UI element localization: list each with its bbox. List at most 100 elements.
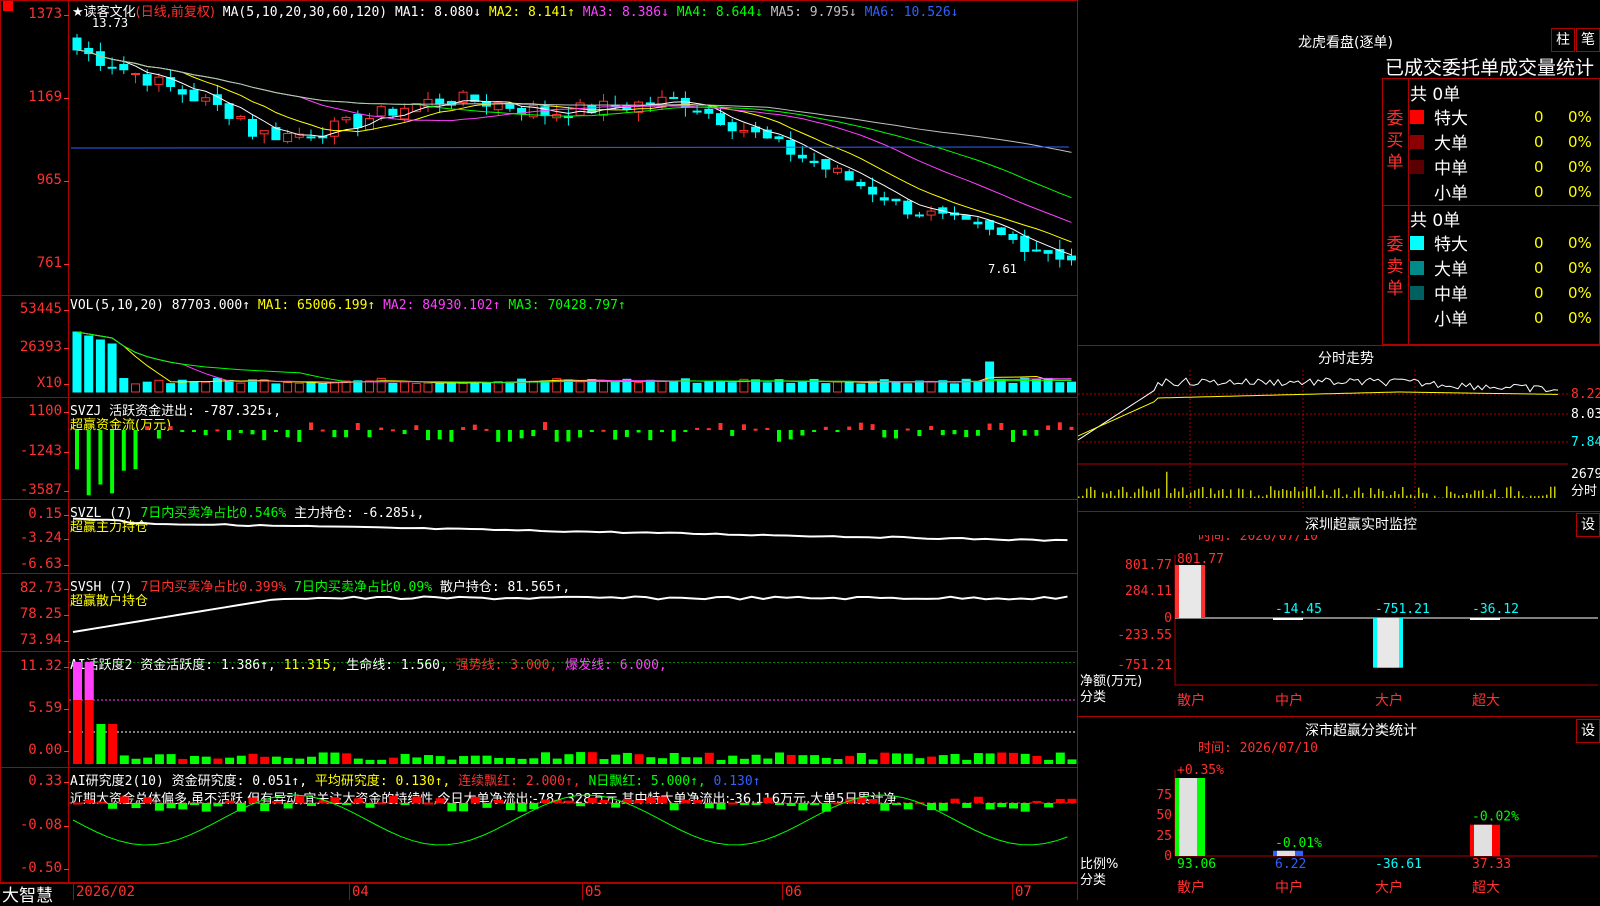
intraday-vol-bar [1330, 497, 1332, 498]
svzj-bar [391, 429, 395, 431]
buy-order-row[interactable]: 中单00% [1410, 154, 1598, 179]
volume-bar [260, 380, 268, 392]
svsh-chart[interactable] [69, 590, 1077, 650]
buy-order-row[interactable]: 特大00% [1410, 104, 1598, 129]
svzj-bar [438, 430, 442, 439]
svzj-bar [192, 430, 196, 432]
ai-research-bar [483, 803, 492, 808]
sz-realtime-chart[interactable]: 时间: 2026/07/10801.77284.110-233.55-751.2… [1078, 535, 1600, 715]
ai-research-bar [798, 803, 807, 810]
aiact-y-tick: 11.32 [0, 658, 62, 674]
volume-bar [120, 379, 128, 392]
volume-bar [471, 382, 479, 392]
ai-research-bar [307, 803, 316, 806]
order-swatch [1410, 311, 1424, 325]
volume-bar [483, 383, 491, 392]
ai-active-chart[interactable] [69, 662, 1077, 766]
svzj-bar [75, 430, 79, 469]
pen-mode-button[interactable]: 笔 [1576, 28, 1600, 52]
kline-chart[interactable] [69, 14, 1077, 294]
sz-classify-title: 深市超赢分类统计 [1305, 720, 1417, 740]
sell-order-row[interactable]: 特大00% [1410, 230, 1598, 255]
sell-order-row[interactable]: 大单00% [1410, 255, 1598, 280]
svzj-bar [215, 429, 219, 431]
ai-active-bar [576, 752, 585, 764]
candle-body [728, 123, 736, 131]
ai-research-bar [880, 803, 889, 811]
ai-research-bar [85, 799, 94, 803]
volume-bar [155, 380, 163, 392]
intraday-vol-bar [1294, 487, 1296, 498]
intraday-vol-bar [1494, 489, 1496, 498]
ai-research-bar [1021, 803, 1030, 812]
sz-realtime-divider [1078, 511, 1600, 512]
ai-active-bar [588, 752, 597, 764]
ai-research-bar [518, 803, 527, 812]
intraday-vol-bar [1470, 494, 1472, 498]
buy-order-row[interactable]: 大单00% [1410, 129, 1598, 154]
sell-order-row[interactable]: 中单00% [1410, 280, 1598, 305]
date-label: 04 [352, 884, 369, 900]
sz-classify-chart[interactable]: 时间: 2026/07/107550250+0.35%93.06散户-0.01%… [1078, 740, 1600, 900]
brand-label[interactable]: 大智慧 [2, 881, 53, 906]
sz-classify-y-tick: 75 [1156, 788, 1172, 803]
sz-realtime-settings-button[interactable]: 设 [1576, 513, 1600, 537]
svsh-y-tick: 73.94 [0, 632, 62, 648]
svzj-bar [379, 428, 383, 430]
volume-chart[interactable] [69, 312, 1077, 396]
candle-body [225, 104, 233, 119]
ai-active-bar [553, 759, 562, 764]
sell-order-row[interactable]: 小单00% [1410, 305, 1598, 330]
sz-classify-pct-label: -0.01% [1275, 836, 1322, 851]
intraday-vol-bar [1210, 488, 1212, 498]
ai-research-bar [541, 799, 550, 803]
sz-classify-y-tick: 0 [1164, 849, 1172, 864]
intraday-chart[interactable]: 8.228.037.842679分时 [1078, 370, 1600, 510]
ai-active-bar [377, 760, 386, 764]
ai-active-bar [880, 753, 889, 764]
volume-bar [143, 382, 151, 392]
ai-research-bar [576, 803, 585, 806]
volume-bar [412, 384, 420, 392]
svzl-chart[interactable] [69, 512, 1077, 572]
intraday-vol-bar [1110, 491, 1112, 498]
svzj-bar [134, 430, 138, 469]
ai-research-bar [178, 803, 187, 809]
volume-bar [728, 383, 736, 392]
ai-research-bar [354, 798, 363, 803]
ai-active-burst-bar [85, 662, 94, 700]
candle-body [798, 155, 806, 158]
svzj-bar [988, 424, 992, 430]
ai-active-bar [319, 752, 328, 764]
sz-classify-bottom-value: 6.22 [1275, 857, 1306, 872]
intraday-vol-bar [1258, 495, 1260, 498]
svzj-bar [976, 430, 980, 436]
intraday-vol-bar [1378, 489, 1380, 498]
ai-active-bar [904, 754, 913, 764]
intraday-vol-bar [1178, 491, 1180, 498]
ai-active-bar [307, 757, 316, 764]
ai-research-bar [424, 802, 433, 804]
ai-research-chart[interactable] [69, 770, 1077, 882]
ai-research-bar [997, 803, 1006, 807]
intraday-vol-bar [1326, 495, 1328, 498]
ma4-line [77, 50, 1072, 198]
column-mode-button[interactable]: 柱 [1551, 28, 1575, 52]
vol-value-1: MA1: 65006.199↑ [250, 298, 375, 313]
ai-active-bar [436, 756, 445, 764]
stat-tab-strip[interactable]: 已成交委托单成交量统计 [1385, 53, 1600, 80]
intraday-vol-bar [1362, 493, 1364, 498]
volume-bar [717, 381, 725, 392]
ai-active-bar [1021, 754, 1030, 764]
ai-research-bar [1032, 801, 1041, 803]
intraday-vol-bar [1198, 489, 1200, 498]
ai-research-bar [471, 797, 480, 803]
ai-active-bar [822, 758, 831, 764]
vol-ma1-line [77, 332, 1072, 383]
candle-body [717, 114, 725, 125]
svzj-chart[interactable] [69, 412, 1077, 498]
svzj-bar [941, 430, 945, 435]
buy-order-row[interactable]: 小单00% [1410, 179, 1598, 204]
intraday-vol-bar [1154, 489, 1156, 498]
ai-research-bar [787, 803, 796, 806]
